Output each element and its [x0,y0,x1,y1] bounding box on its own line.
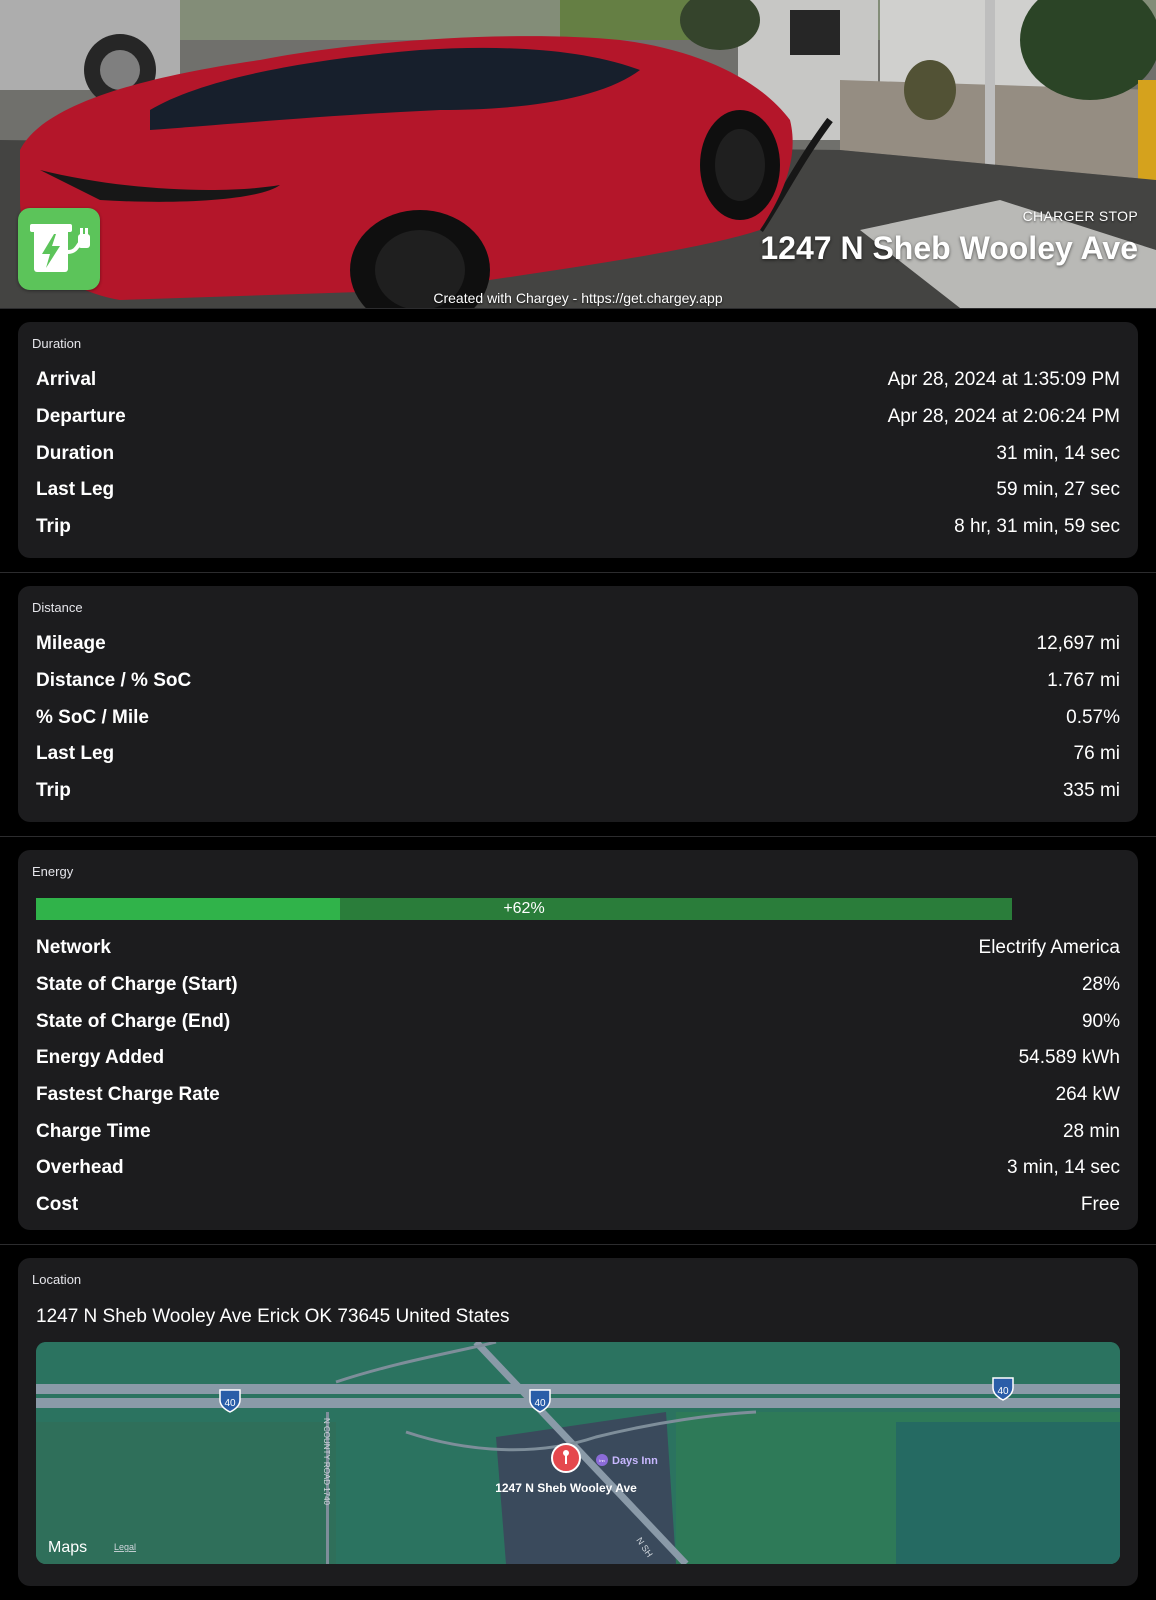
row-label: Last Leg [36,743,115,765]
duration-card: Duration Arrival Apr 28, 2024 at 1:35:09… [18,322,1138,558]
divider [0,308,1156,309]
row-network: Network Electrify America [36,930,1120,967]
divider [0,572,1156,573]
row-label: Mileage [36,633,106,655]
row-duration: Duration 31 min, 14 sec [36,435,1120,472]
row-energy-added: Energy Added 54.589 kWh [36,1040,1120,1077]
row-value: Free [1080,1194,1120,1216]
row-value: Apr 28, 2024 at 1:35:09 PM [887,369,1120,391]
svg-text:40: 40 [224,1398,236,1409]
svg-text:Maps: Maps [48,1539,87,1556]
row-label: State of Charge (End) [36,1010,231,1032]
row-value: 76 mi [1073,743,1120,765]
row-soc-end: State of Charge (End) 90% [36,1003,1120,1040]
row-trip: Trip 335 mi [36,773,1120,810]
location-map[interactable]: N COUNTY ROAD 1740 40 40 40 1247 N Sheb … [36,1342,1120,1564]
row-value: 12,697 mi [1036,633,1120,655]
divider [0,836,1156,837]
row-trip: Trip 8 hr, 31 min, 59 sec [36,509,1120,546]
row-mileage: Mileage 12,697 mi [36,626,1120,663]
row-value: 8 hr, 31 min, 59 sec [954,516,1120,538]
row-value: 31 min, 14 sec [996,442,1120,464]
row-last-leg: Last Leg 76 mi [36,736,1120,773]
row-label: Duration [36,442,115,464]
energy-card: Energy +62% Network Electrify America St… [18,850,1138,1230]
row-value: 54.589 kWh [1018,1047,1120,1069]
location-card: Location 1247 N Sheb Wooley Ave Erick OK… [18,1258,1138,1586]
energy-rows: Network Electrify America State of Charg… [36,930,1120,1224]
map-canvas[interactable]: N COUNTY ROAD 1740 40 40 40 1247 N Sheb … [36,1342,1120,1564]
county-road-label: N COUNTY ROAD 1740 [322,1418,331,1506]
distance-card: Distance Mileage 12,697 mi Distance / % … [18,586,1138,822]
row-value: 28 min [1062,1120,1120,1142]
row-label: Trip [36,780,71,802]
card-title: Duration [32,336,82,351]
row-overhead: Overhead 3 min, 14 sec [36,1150,1120,1187]
row-soc-per-mile: % SoC / Mile 0.57% [36,699,1120,736]
address-text: 1247 N Sheb Wooley Ave Erick OK 73645 Un… [36,1306,510,1327]
row-label: State of Charge (Start) [36,974,238,996]
row-value: 0.57% [1066,706,1120,728]
row-label: Fastest Charge Rate [36,1084,220,1106]
credit-link[interactable]: Created with Chargey - https://get.charg… [0,290,1156,306]
row-label: Charge Time [36,1120,151,1142]
row-value: 28% [1081,974,1120,996]
row-value: Apr 28, 2024 at 2:06:24 PM [887,406,1120,428]
row-label: Cost [36,1194,79,1216]
svg-text:Inn: Inn [599,1458,605,1463]
row-value: Electrify America [978,937,1120,959]
legal-link[interactable]: Legal [114,1542,136,1552]
row-value: 59 min, 27 sec [996,479,1120,501]
svg-text:40: 40 [534,1398,546,1409]
row-value: 1.767 mi [1047,670,1120,692]
hotel-poi-icon[interactable]: Inn [596,1454,608,1466]
row-last-leg: Last Leg 59 min, 27 sec [36,472,1120,509]
row-label: Network [36,937,111,959]
row-label: Energy Added [36,1047,165,1069]
hero-kicker: CHARGER STOP [1022,208,1138,224]
row-arrival: Arrival Apr 28, 2024 at 1:35:09 PM [36,362,1120,399]
row-departure: Departure Apr 28, 2024 at 2:06:24 PM [36,399,1120,436]
row-label: Overhead [36,1157,124,1179]
card-title: Energy [32,864,74,879]
poi-label: Days Inn [612,1455,658,1467]
card-title: Distance [32,600,83,615]
apple-maps-logo: Maps [48,1539,87,1556]
row-value: 335 mi [1062,780,1120,802]
app-icon [18,208,100,290]
row-value: 264 kW [1055,1084,1120,1106]
ev-plug-icon [30,224,90,272]
duration-rows: Arrival Apr 28, 2024 at 1:35:09 PM Depar… [36,362,1120,545]
row-label: % SoC / Mile [36,706,149,728]
card-title: Location [32,1272,82,1287]
distance-rows: Mileage 12,697 mi Distance / % SoC 1.767… [36,626,1120,809]
row-charge-time: Charge Time 28 min [36,1113,1120,1150]
row-soc-start: State of Charge (Start) 28% [36,967,1120,1004]
charge-progress-bar: +62% [36,898,1012,920]
row-label: Last Leg [36,479,115,501]
row-label: Trip [36,516,71,538]
row-fastest-rate: Fastest Charge Rate 264 kW [36,1077,1120,1114]
svg-text:40: 40 [997,1386,1009,1397]
row-cost: Cost Free [36,1187,1120,1224]
row-distance-per-soc: Distance / % SoC 1.767 mi [36,663,1120,700]
row-label: Distance / % SoC [36,670,192,692]
charge-added-label: +62% [503,900,545,917]
hero-header: CHARGER STOP 1247 N Sheb Wooley Ave Crea… [0,0,1156,308]
row-label: Arrival [36,369,97,391]
divider [0,1244,1156,1245]
map-pin-icon[interactable] [551,1443,581,1473]
pin-label: 1247 N Sheb Wooley Ave [495,1481,637,1495]
page-title: 1247 N Sheb Wooley Ave [760,230,1138,266]
row-value: 90% [1081,1010,1120,1032]
row-label: Departure [36,406,126,428]
row-value: 3 min, 14 sec [1007,1157,1120,1179]
